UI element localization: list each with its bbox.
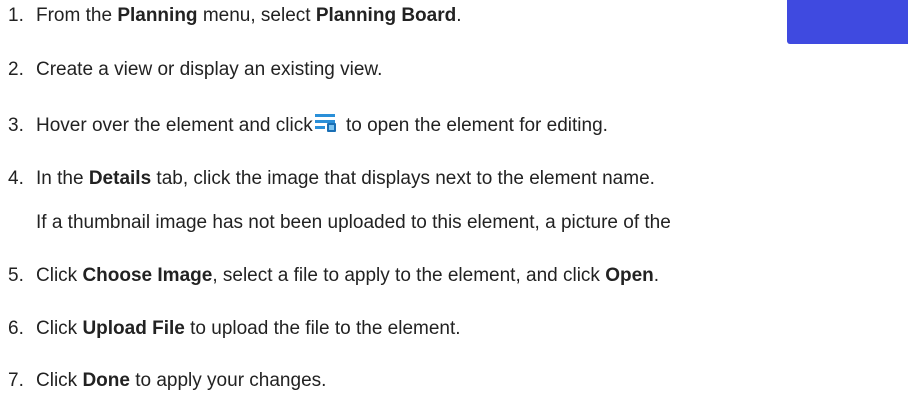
step-4: 4. In the Details tab, click the image th… (8, 167, 655, 191)
step-text: Create a view or display an existing vie… (36, 59, 383, 80)
step-2: 2. Create a view or display an existing v… (8, 58, 382, 82)
step-text: to open the element for editing. (340, 115, 608, 136)
step-number: 2. (8, 59, 24, 80)
step-number: 5. (8, 265, 24, 286)
step-number: 1. (8, 5, 24, 26)
step-1: 1. From the Planning menu, select Plannin… (8, 4, 462, 28)
step-6: 6. Click Upload File to upload the file t… (8, 317, 461, 341)
step-text: Click (36, 318, 83, 339)
step-text: From the (36, 5, 118, 26)
tab-name: Details (88, 168, 152, 189)
menu-name: Planning (117, 5, 198, 26)
step-text: to upload the file to the element. (184, 318, 461, 339)
step-number: 3. (8, 115, 24, 136)
button-name: Choose Image (82, 265, 213, 286)
menu-item-name: Planning Board (315, 5, 457, 26)
button-name: Open (605, 265, 654, 286)
step-text: . (653, 265, 660, 286)
step-7: 7. Click Done to apply your changes. (8, 369, 326, 393)
button-name: Done (82, 370, 130, 391)
step-number: 7. (8, 370, 24, 391)
edit-list-icon (314, 113, 337, 140)
step-number: 6. (8, 318, 24, 339)
blue-header-button (787, 0, 908, 44)
button-name: Upload File (82, 318, 185, 339)
step-3: 3. Hover over the element and click to op… (8, 113, 608, 140)
step-number: 4. (8, 168, 24, 189)
step-text: menu, select (197, 5, 316, 26)
step-5: 5. Click Choose Image, select a file to a… (8, 264, 659, 288)
step-text: to apply your changes. (129, 370, 327, 391)
step-text: In the (36, 168, 89, 189)
step-text: Hover over the element and click (36, 115, 313, 136)
step-text: , select a file to apply to the element,… (212, 265, 606, 286)
step-text: . (456, 5, 462, 26)
step-4-note: If a thumbnail image has not been upload… (36, 212, 671, 233)
step-text: Click (36, 265, 83, 286)
step-text: Click (36, 370, 83, 391)
step-text: tab, click the image that displays next … (151, 168, 655, 189)
